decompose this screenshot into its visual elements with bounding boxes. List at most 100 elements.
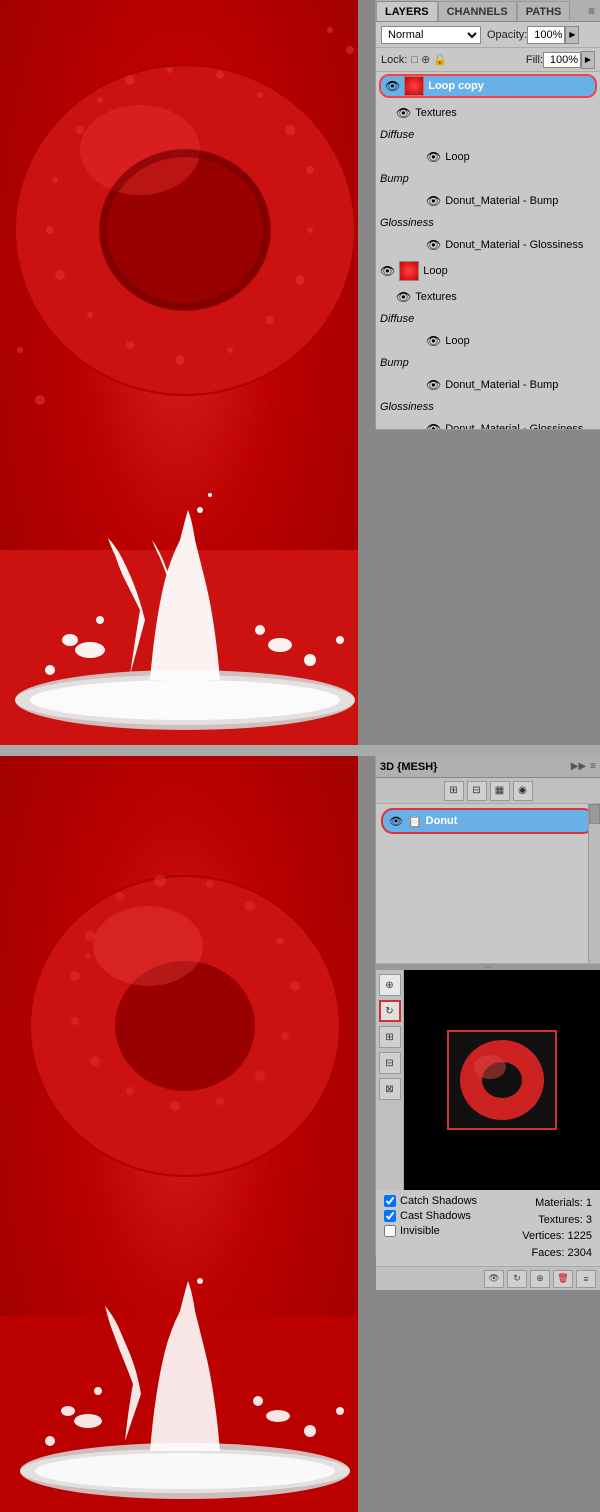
- catch-shadows-checkbox[interactable]: [384, 1195, 396, 1207]
- layer-name-loop-parent: Loop: [423, 265, 596, 277]
- tab-layers[interactable]: LAYERS: [376, 1, 438, 21]
- bump-label-2: Bump: [376, 354, 600, 372]
- mesh-info-area: Catch Shadows Cast Shadows Invisible Mat…: [376, 1190, 600, 1266]
- gloss-text-2: Glossiness: [380, 401, 596, 413]
- blend-mode-row: Normal Dissolve Multiply Screen Overlay …: [376, 22, 600, 48]
- mesh-bottom-tool-2[interactable]: ↻: [507, 1270, 527, 1288]
- cast-shadows-checkbox[interactable]: [384, 1210, 396, 1222]
- lock-pixels-icon[interactable]: □: [411, 54, 418, 66]
- invisible-label: Invisible: [400, 1225, 440, 1237]
- bump-text-1: Bump: [380, 173, 596, 185]
- diffuse-text-1: Diffuse: [380, 129, 596, 141]
- layer-loop-copy[interactable]: 👁 Loop copy: [379, 74, 597, 98]
- layer-loop-parent[interactable]: 👁 Loop: [376, 258, 600, 284]
- eye-icon-textures-1[interactable]: 👁: [396, 106, 411, 120]
- cast-shadows-row: Cast Shadows: [384, 1210, 477, 1222]
- mesh-panel: 3D {MESH} ▶▶ ≡ ⊞ ⊟ ▦ ◉ 👁 📋 Donut: [375, 756, 600, 1256]
- catch-shadows-row: Catch Shadows: [384, 1195, 477, 1207]
- lock-label: Lock:: [381, 54, 407, 66]
- side-tool-2[interactable]: ↻: [379, 1000, 401, 1022]
- mesh-item-donut-name: Donut: [426, 815, 458, 827]
- mesh-folder-icon: 📋: [408, 815, 422, 828]
- mesh-side-tools: ⊕ ↻ ⊞ ⊟ ⊠: [376, 970, 404, 1190]
- fill-input[interactable]: [543, 52, 581, 68]
- tab-channels[interactable]: CHANNELS: [438, 1, 517, 21]
- eye-icon-loop-copy[interactable]: 👁: [385, 79, 400, 93]
- top-image-area: [0, 0, 358, 745]
- mesh-bottom-tool-1[interactable]: 👁: [484, 1270, 504, 1288]
- layer-loop-1[interactable]: 👁 Loop: [376, 144, 600, 170]
- side-tool-5[interactable]: ⊠: [379, 1078, 401, 1100]
- layer-donut-bump-2[interactable]: 👁 Donut_Material - Bump: [376, 372, 600, 398]
- mesh-bottom-tool-delete[interactable]: 🗑: [553, 1270, 573, 1288]
- mesh-title-row: 3D {MESH} ▶▶ ≡: [376, 756, 600, 778]
- eye-icon-textures-2[interactable]: 👁: [396, 290, 411, 304]
- section-separator: [0, 745, 600, 756]
- mesh-bottom-tool-5[interactable]: ≡: [576, 1270, 596, 1288]
- scroll-thumb[interactable]: [589, 804, 600, 824]
- blend-mode-select[interactable]: Normal Dissolve Multiply Screen Overlay: [381, 26, 481, 44]
- textures-stat: Textures: 3: [522, 1212, 592, 1229]
- eye-icon-loop-2[interactable]: 👁: [426, 334, 441, 348]
- gloss-label-1: Glossiness: [376, 214, 600, 232]
- layer-name-textures-1: Textures: [415, 107, 596, 119]
- mesh-tool-light[interactable]: ◉: [513, 781, 533, 801]
- panel-menu-icon[interactable]: ≡: [583, 1, 600, 21]
- fill-label: Fill:: [526, 54, 543, 66]
- mesh-tool-mesh[interactable]: ⊟: [467, 781, 487, 801]
- faces-stat: Faces: 2304: [522, 1245, 592, 1262]
- layers-panel: LAYERS CHANNELS PATHS ≡ Normal Dissolve …: [375, 0, 600, 430]
- layer-name-donut-bump-1: Donut_Material - Bump: [445, 195, 596, 207]
- fill-arrow[interactable]: ▶: [581, 51, 595, 69]
- tab-paths[interactable]: PATHS: [517, 1, 571, 21]
- diffuse-label-2: Diffuse: [376, 310, 600, 328]
- donut-top-illustration: [0, 0, 358, 745]
- eye-icon-donut-gloss-2[interactable]: 👁: [426, 422, 441, 429]
- bump-text-2: Bump: [380, 357, 596, 369]
- layer-name-donut-gloss-1: Donut_Material - Glossiness: [445, 239, 596, 251]
- mesh-item-donut[interactable]: 👁 📋 Donut: [381, 808, 595, 834]
- thumb-loop-copy: [404, 76, 424, 96]
- layer-textures-2[interactable]: 👁 Textures: [376, 284, 600, 310]
- layer-donut-gloss-2[interactable]: 👁 Donut_Material - Glossiness: [376, 416, 600, 429]
- mesh-panel-title: 3D {MESH}: [380, 761, 437, 773]
- invisible-checkbox[interactable]: [384, 1225, 396, 1237]
- layer-donut-gloss-1[interactable]: 👁 Donut_Material - Glossiness: [376, 232, 600, 258]
- mesh-preview-canvas: [404, 970, 600, 1190]
- mesh-menu-icon[interactable]: ≡: [590, 761, 596, 772]
- lock-all-icon[interactable]: 🔒: [433, 53, 447, 66]
- eye-icon-loop-1[interactable]: 👁: [426, 150, 441, 164]
- opacity-arrow[interactable]: ▶: [565, 26, 579, 44]
- side-tool-1[interactable]: ⊕: [379, 974, 401, 996]
- side-tool-4[interactable]: ⊟: [379, 1052, 401, 1074]
- mesh-toolbar: ⊞ ⊟ ▦ ◉: [376, 778, 600, 804]
- eye-icon-donut-mesh[interactable]: 👁: [389, 815, 403, 828]
- donut-preview-box: [447, 1030, 557, 1130]
- mesh-bottom-toolbar: 👁 ↻ ⊕ 🗑 ≡: [376, 1266, 600, 1290]
- mesh-tool-material[interactable]: ▦: [490, 781, 510, 801]
- opacity-input[interactable]: [527, 26, 565, 44]
- eye-icon-loop-parent[interactable]: 👁: [380, 264, 395, 278]
- eye-icon-donut-gloss-1[interactable]: 👁: [426, 238, 441, 252]
- side-tool-3[interactable]: ⊞: [379, 1026, 401, 1048]
- mesh-bottom-tool-3[interactable]: ⊕: [530, 1270, 550, 1288]
- lock-row: Lock: □ ⊕ 🔒 Fill: ▶: [376, 48, 600, 72]
- layer-textures-1[interactable]: 👁 Textures: [376, 100, 600, 126]
- mesh-list-scrollbar[interactable]: [588, 804, 600, 963]
- layer-name-loop-2: Loop: [445, 335, 596, 347]
- gloss-text-1: Glossiness: [380, 217, 596, 229]
- mesh-list: 👁 📋 Donut: [376, 804, 600, 964]
- mesh-panel-icons: ▶▶ ≡: [571, 761, 596, 772]
- catch-shadows-label: Catch Shadows: [400, 1195, 477, 1207]
- eye-icon-donut-bump-2[interactable]: 👁: [426, 378, 441, 392]
- lock-position-icon[interactable]: ⊕: [421, 53, 430, 66]
- layer-loop-2[interactable]: 👁 Loop: [376, 328, 600, 354]
- mesh-preview-area: ⊕ ↻ ⊞ ⊟ ⊠: [376, 970, 600, 1190]
- layer-name-textures-2: Textures: [415, 291, 596, 303]
- layer-name-loop-1: Loop: [445, 151, 596, 163]
- layer-donut-bump-1[interactable]: 👁 Donut_Material - Bump: [376, 188, 600, 214]
- eye-icon-donut-bump-1[interactable]: 👁: [426, 194, 441, 208]
- mesh-tool-scene[interactable]: ⊞: [444, 781, 464, 801]
- diffuse-label-1: Diffuse: [376, 126, 600, 144]
- mesh-expand-icon[interactable]: ▶▶: [571, 761, 586, 772]
